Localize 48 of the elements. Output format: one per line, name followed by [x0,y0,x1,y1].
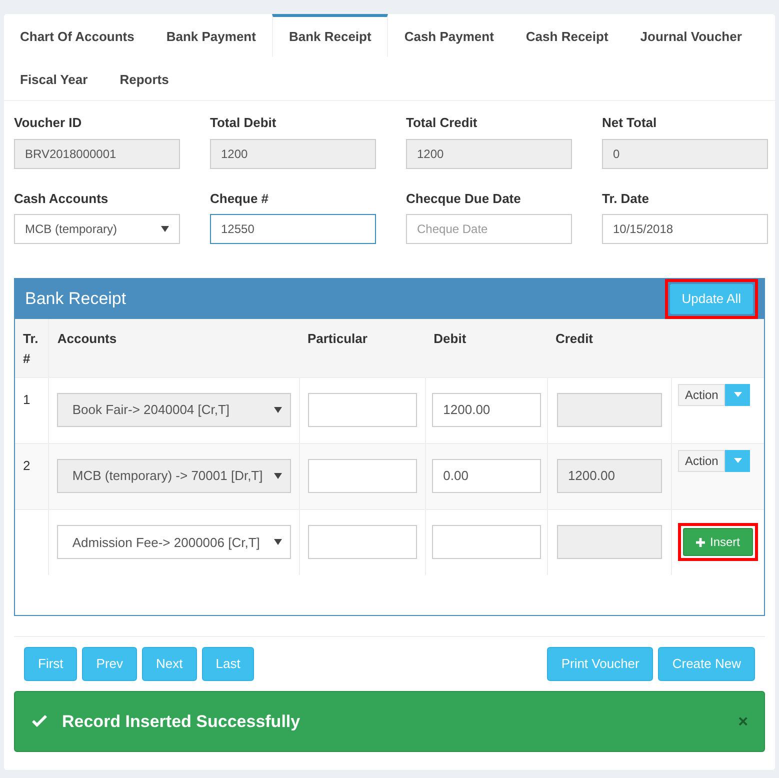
field-label: Voucher ID [14,114,83,132]
action-button[interactable]: Action [678,384,726,406]
input-field[interactable]: Cheque Date [406,214,572,244]
caret-icon [734,458,742,463]
field-label: Cash Accounts [14,190,110,208]
column-header: Credit [547,319,672,377]
caret-icon [274,539,282,546]
tab[interactable]: Chart Of Accounts [4,14,150,57]
input-field[interactable]: 10/15/2018 [602,214,768,244]
column-header: Particular [299,319,426,377]
column-header: Debit [426,319,548,377]
debit-field[interactable]: 0.00 [432,459,541,493]
check-icon [31,715,48,728]
caret-icon [274,407,282,413]
particular-field[interactable] [308,525,418,560]
column-header: Accounts [48,319,300,377]
input-field[interactable]: 12550 [210,214,376,244]
field-label: Checque Due Date [406,190,522,208]
debit-field[interactable] [432,525,541,560]
tab[interactable]: Reports [104,57,185,100]
row-number: 2 [23,458,30,472]
debit-field[interactable]: 1200.00 [432,393,541,427]
particular-field[interactable] [308,459,418,493]
caret-icon [161,226,169,232]
action-button[interactable]: Action [678,450,726,472]
account-select[interactable]: Admission Fee-> 2000006 [Cr,T] [57,525,291,560]
caret-icon [734,392,742,397]
caret-icon [274,473,282,479]
plus-icon [696,538,705,547]
tab[interactable]: Bank Payment [150,14,272,57]
alert-message: Record Inserted Successfully [62,710,300,733]
tab[interactable]: Cash Receipt [510,14,624,57]
tab[interactable]: Bank Receipt [272,14,388,57]
credit-field: 1200.00 [556,459,662,493]
tab[interactable]: Cash Payment [388,14,510,57]
select-field[interactable]: MCB (temporary) [14,214,180,244]
row-number: 1 [23,392,30,406]
particular-field[interactable] [308,393,418,427]
field-label: Total Debit [210,114,278,132]
tab[interactable]: Journal Voucher [624,14,758,57]
dropdown-toggle[interactable] [725,450,750,472]
tab[interactable]: Fiscal Year [4,57,104,100]
field-label: Tr. Date [602,190,650,208]
field-label: Total Credit [406,114,478,132]
dropdown-toggle[interactable] [725,384,750,406]
field-label: Net Total [602,114,658,132]
panel-title: Bank Receipt [25,288,126,310]
field-label: Cheque # [210,190,270,208]
